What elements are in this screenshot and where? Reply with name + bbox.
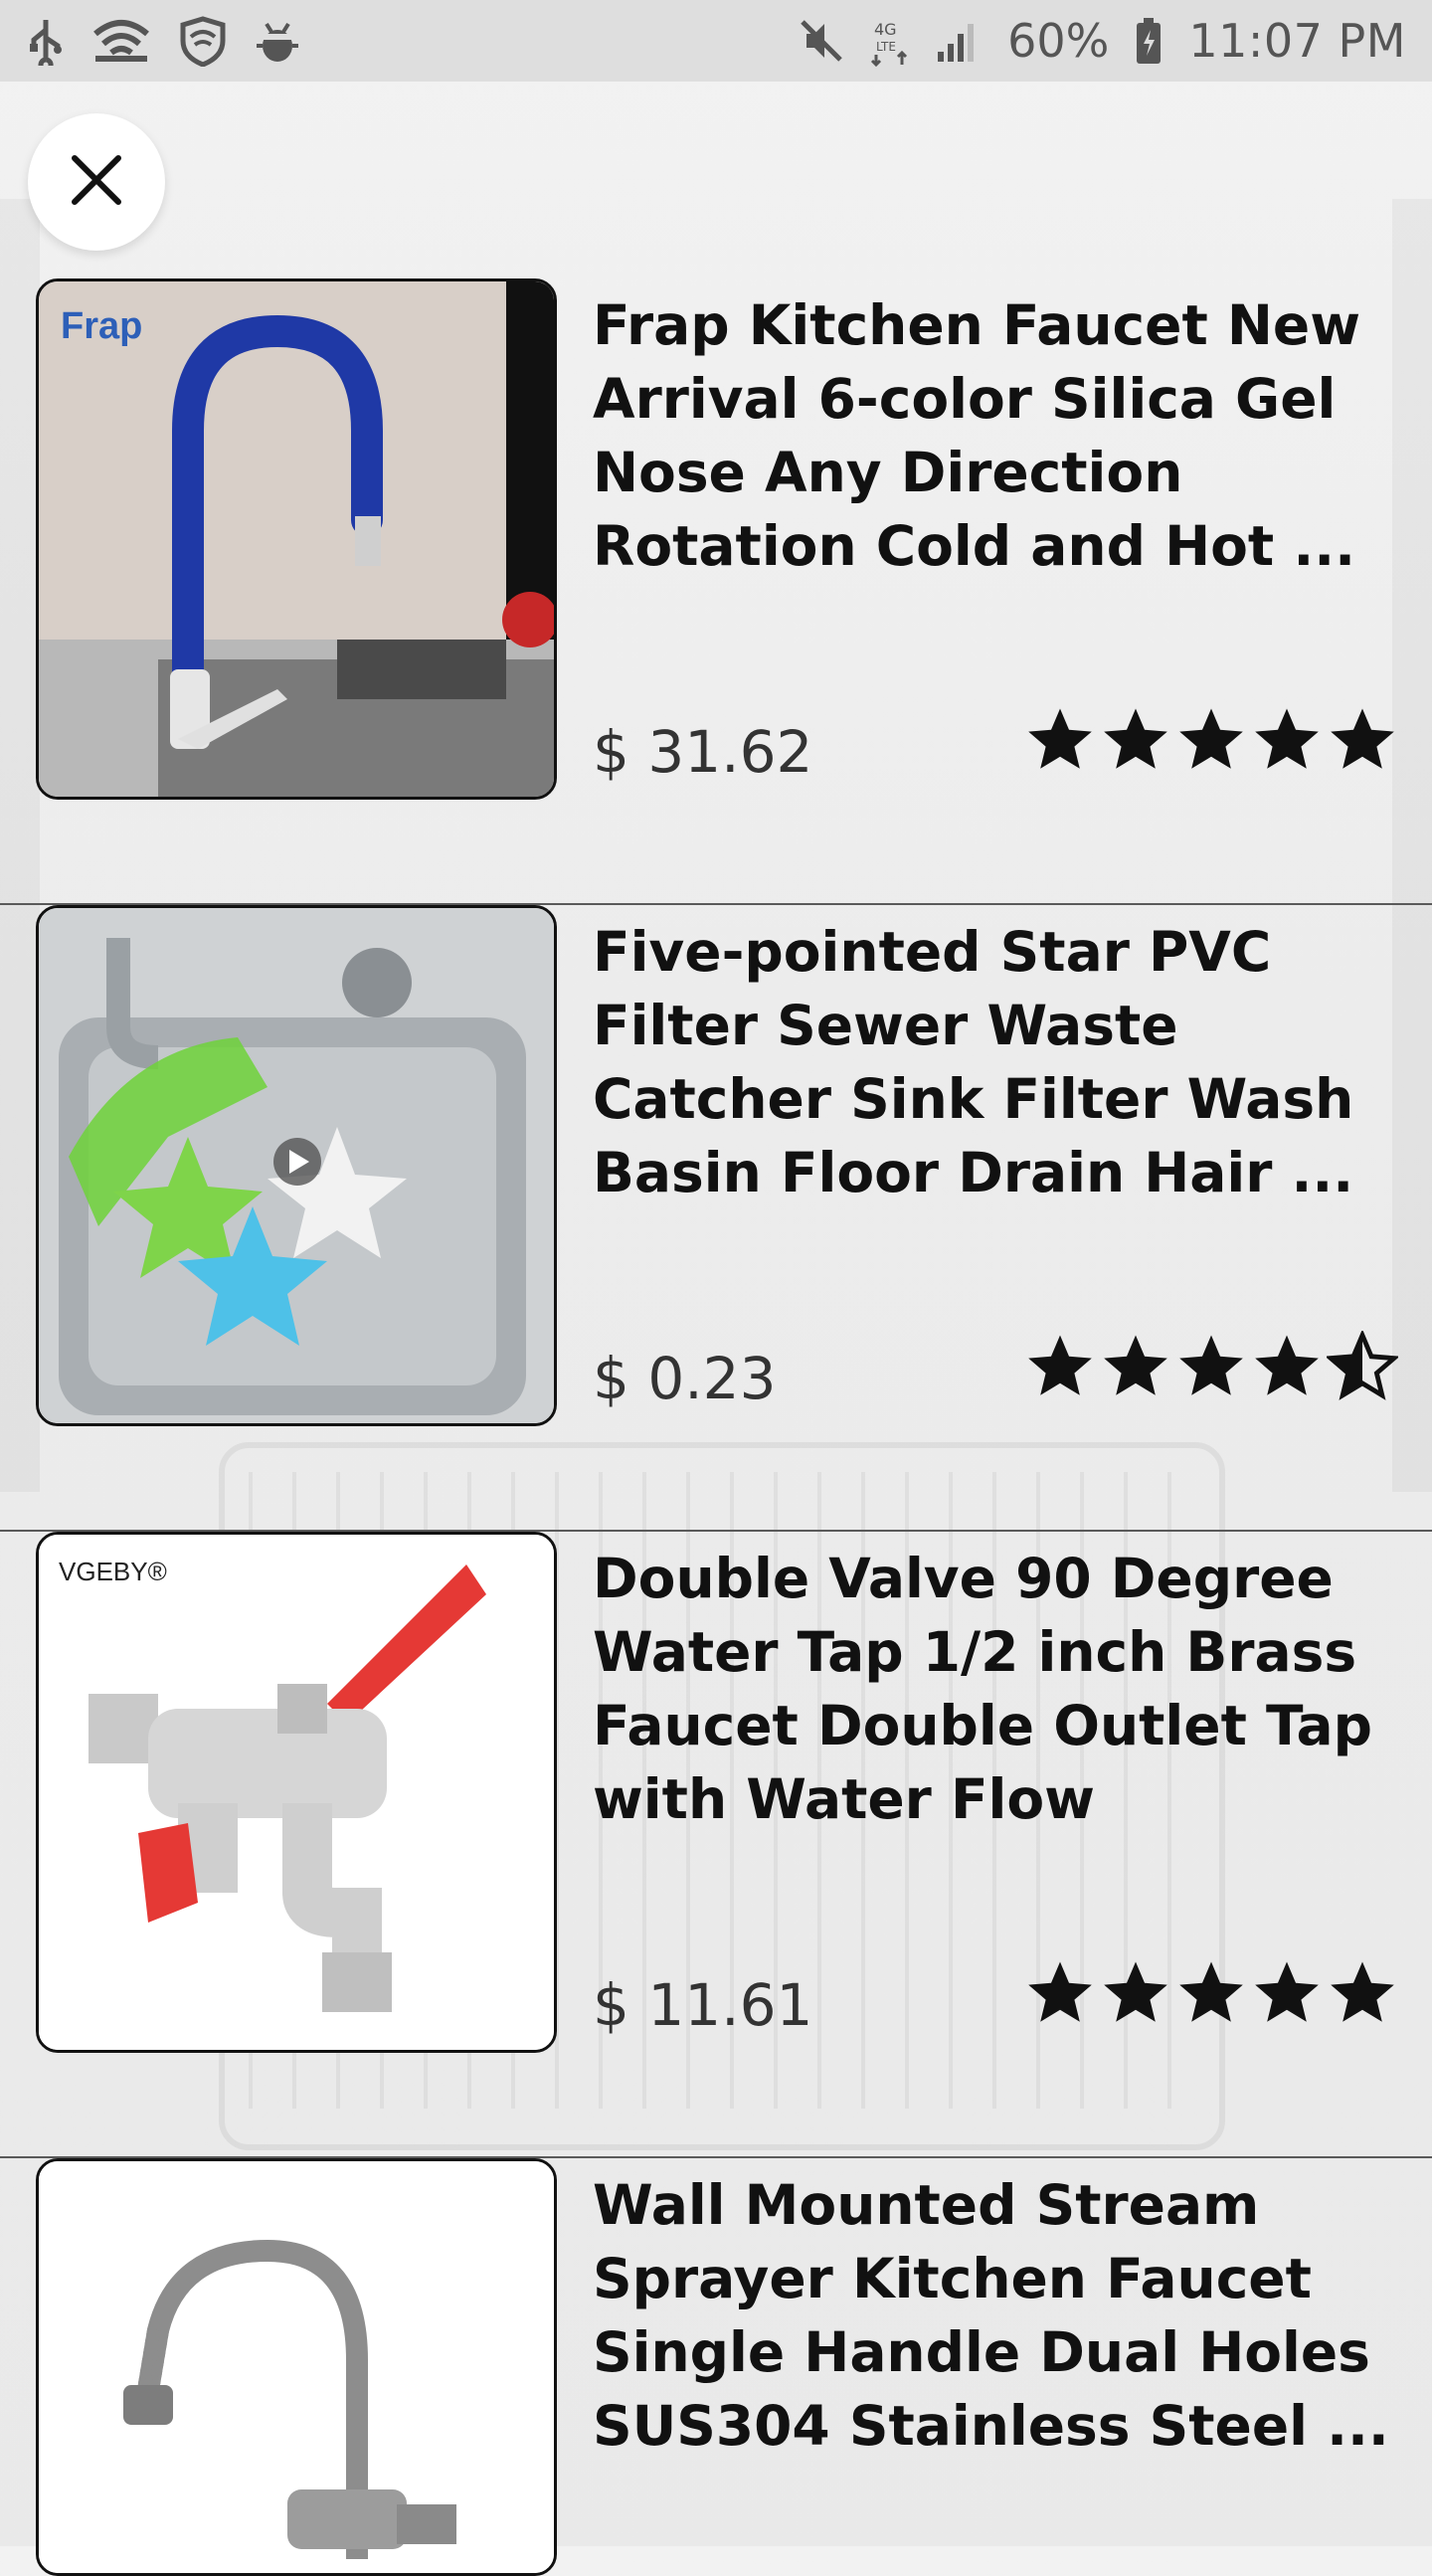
- star-full-icon: [1024, 1957, 1096, 2029]
- star-full-icon: [1175, 1957, 1247, 2029]
- close-button[interactable]: [28, 113, 165, 251]
- product-title: Double Valve 90 Degree Water Tap 1/2 inc…: [593, 1547, 1372, 1831]
- android-debug-icon: [255, 16, 300, 66]
- star-full-icon: [1100, 1957, 1171, 2029]
- star-full-icon: [1327, 1957, 1398, 2029]
- product-image-double-tap[interactable]: VGEBY®: [36, 1532, 557, 2053]
- product-item[interactable]: Frap Frap Kitchen Faucet New Arrival 6-c…: [0, 278, 1432, 905]
- signal-icon: [936, 18, 982, 64]
- battery-icon: [1135, 16, 1163, 66]
- svg-text:LTE: LTE: [876, 40, 896, 54]
- product-price: $ 0.23: [593, 1345, 777, 1412]
- clock: 11:07 PM: [1188, 14, 1406, 68]
- star-full-icon: [1251, 704, 1323, 776]
- product-price: $ 11.61: [593, 1971, 813, 2039]
- close-icon: [69, 152, 124, 212]
- lte-data-icon: 4G LTE: [870, 15, 910, 67]
- product-price: $ 31.62: [593, 718, 813, 786]
- star-full-icon: [1175, 704, 1247, 776]
- product-title: Wall Mounted Stream Sprayer Kitchen Fauc…: [593, 2173, 1389, 2458]
- brand-logo: VGEBY®: [59, 1557, 167, 1586]
- product-image-wall-faucet[interactable]: [36, 2158, 557, 2576]
- star-full-icon: [1327, 704, 1398, 776]
- product-item[interactable]: Five-pointed Star PVC Filter Sewer Waste…: [0, 905, 1432, 1532]
- product-title: Five-pointed Star PVC Filter Sewer Waste…: [593, 920, 1354, 1204]
- star-full-icon: [1100, 1331, 1171, 1402]
- star-full-icon: [1024, 704, 1096, 776]
- rating-stars: [1024, 1331, 1398, 1402]
- product-title: Frap Kitchen Faucet New Arrival 6-color …: [593, 293, 1361, 578]
- product-item[interactable]: VGEBY® Double Valve 90 Degree Water Tap …: [0, 1532, 1432, 2158]
- star-half-icon: [1327, 1331, 1398, 1402]
- status-bar: 4G LTE 60% 11:07 PM: [0, 0, 1432, 82]
- product-image-sink-filter[interactable]: [36, 905, 557, 1426]
- wifi-icon: [91, 16, 151, 66]
- star-full-icon: [1175, 1331, 1247, 1402]
- star-full-icon: [1251, 1331, 1323, 1402]
- vpn-shield-icon: [177, 15, 229, 67]
- rating-stars: [1024, 704, 1398, 776]
- star-full-icon: [1251, 1957, 1323, 2029]
- star-full-icon: [1100, 704, 1171, 776]
- brand-logo: Frap: [61, 305, 143, 347]
- product-image-faucet[interactable]: Frap: [36, 278, 557, 800]
- usb-icon: [26, 16, 66, 66]
- battery-percent: 60%: [1007, 14, 1110, 68]
- star-full-icon: [1024, 1331, 1096, 1402]
- product-item[interactable]: Wall Mounted Stream Sprayer Kitchen Fauc…: [0, 2158, 1432, 2576]
- mute-icon: [799, 18, 844, 64]
- svg-text:4G: 4G: [874, 20, 897, 39]
- rating-stars: [1024, 1957, 1398, 2029]
